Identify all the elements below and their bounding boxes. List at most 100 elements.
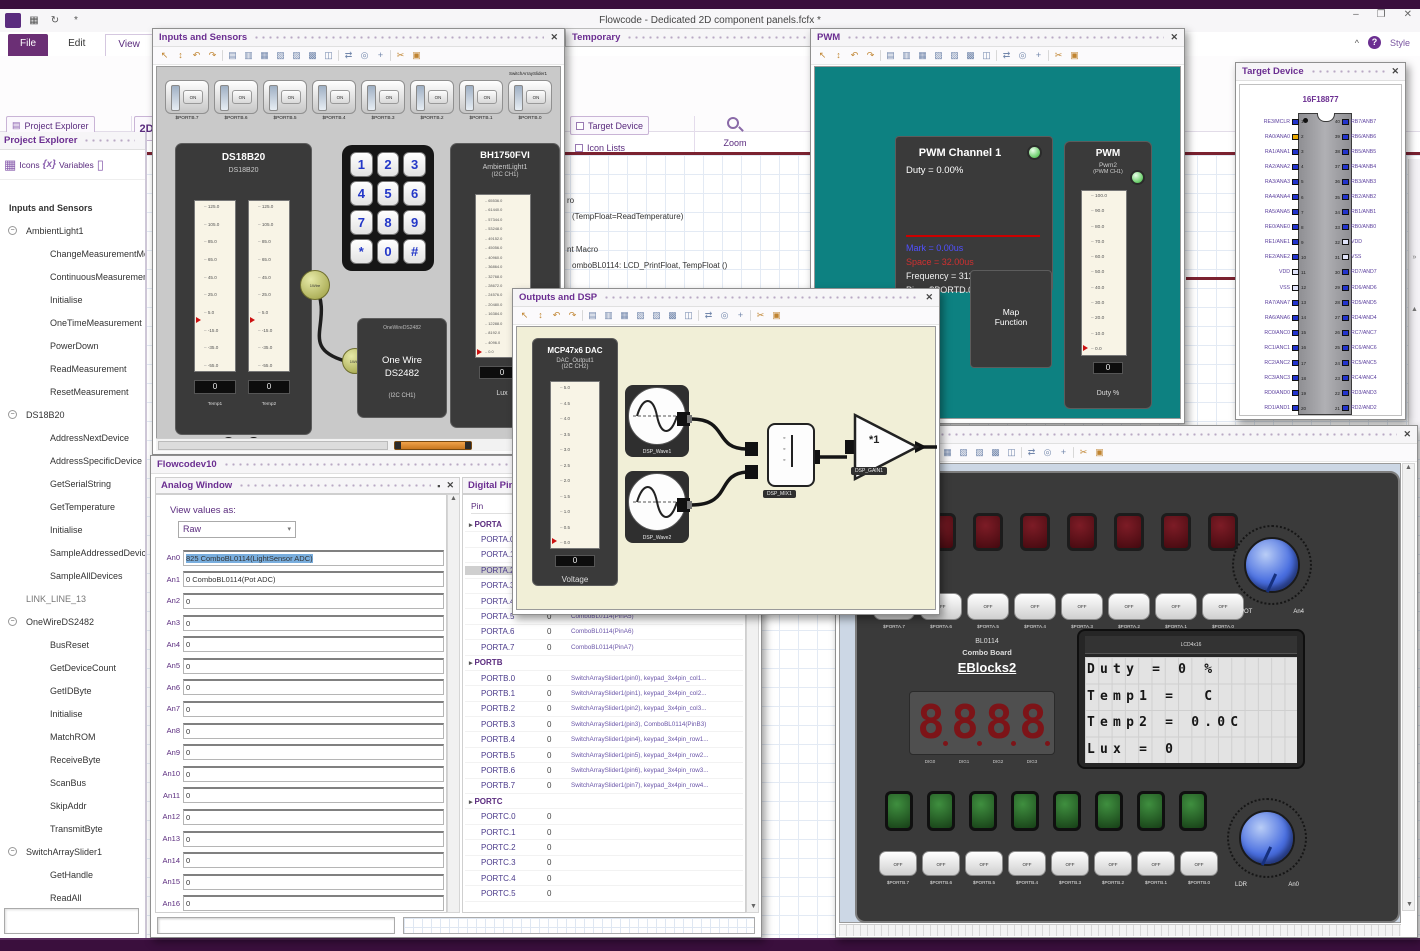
tree-item[interactable]: − ContinuousMeasurement: [0, 265, 145, 288]
tree-item[interactable]: − MatchROM: [0, 725, 145, 748]
tree-item[interactable]: − TransmitByte: [0, 817, 145, 840]
variables-icon[interactable]: {x}: [43, 159, 56, 170]
toolbar-icon[interactable]: ↷: [566, 309, 579, 322]
toolbar-icon[interactable]: ◎: [358, 49, 371, 62]
digital-pin-row[interactable]: PORTC: [465, 794, 743, 810]
toolbar-icon[interactable]: ▨: [973, 446, 986, 459]
toolbar-icon[interactable]: ▦: [618, 309, 631, 322]
off-button[interactable]: OFF: [1008, 851, 1046, 876]
board-vertical-scrollbar[interactable]: ▲ ▼: [1402, 463, 1415, 911]
pwm-gauge-panel[interactable]: PWM Pwm2 (PWM CH1) 100.090.080.070.060.0…: [1064, 141, 1152, 409]
tree-item[interactable]: − Initialise: [0, 702, 145, 725]
keypad-key[interactable]: 6: [403, 181, 426, 206]
off-button[interactable]: OFF: [922, 851, 960, 876]
chip-pin-row[interactable]: 34 RB1/ANB1: [1331, 205, 1399, 220]
toolbar-icon[interactable]: +: [734, 309, 747, 322]
digital-pin-row[interactable]: PORTA.6 0 ComboBL0114(PinA6): [465, 625, 743, 641]
port-button[interactable]: OFF $PORTB.5: [965, 851, 1003, 885]
toolbar-icon[interactable]: +: [374, 49, 387, 62]
toolbar-icon[interactable]: ↷: [206, 49, 219, 62]
toolbar-icon[interactable]: ▣: [1093, 446, 1106, 459]
switch-slider[interactable]: [318, 85, 327, 111]
tree-item[interactable]: − Inputs and Sensors: [0, 196, 145, 219]
toolbar-icon[interactable]: ▧: [274, 49, 287, 62]
chip-pin-row[interactable]: 33 RB0/ANB0: [1331, 220, 1399, 235]
analog-value-field[interactable]: 0: [183, 636, 444, 653]
horizontal-scrollbar[interactable]: [156, 438, 561, 451]
ribbon-tab[interactable]: File: [8, 34, 49, 56]
analog-value-field[interactable]: 0: [183, 679, 444, 696]
tree-expander-icon[interactable]: −: [8, 847, 17, 856]
view-values-dropdown[interactable]: Raw: [178, 521, 296, 538]
off-button[interactable]: OFF: [1137, 851, 1175, 876]
digital-pin-row[interactable]: PORTC.1 0: [465, 825, 743, 841]
chip-pin-row[interactable]: 35 RB2/ANB2: [1331, 189, 1399, 204]
tree-item[interactable]: − DS18B20: [0, 403, 145, 426]
onewire-ds2482-component[interactable]: OneWireDS2482 One Wire DS2482 (I2C CH1): [357, 318, 447, 418]
off-button[interactable]: OFF: [1180, 851, 1218, 876]
chip-pin-row[interactable]: 31 VSS: [1331, 250, 1399, 265]
switch-on-button[interactable]: ON: [379, 90, 399, 104]
toolbar-icon[interactable]: ▣: [410, 49, 423, 62]
tree-item[interactable]: − ScanBus: [0, 771, 145, 794]
style-menu[interactable]: Style: [1390, 38, 1410, 48]
toolbar-icon[interactable]: ↕: [174, 49, 187, 62]
ribbon-tab[interactable]: Edit: [56, 34, 97, 56]
keypad-key[interactable]: 5: [376, 181, 400, 206]
close-button[interactable]: ✕: [1404, 9, 1412, 20]
off-button[interactable]: OFF: [1108, 593, 1150, 620]
toolbar-icon[interactable]: ◎: [1041, 446, 1054, 459]
digital-pin-row[interactable]: PORTC.4 0: [465, 871, 743, 887]
scroll-glyph[interactable]: »: [1409, 254, 1420, 261]
close-icon[interactable]: ✕: [925, 292, 933, 303]
digital-pin-row[interactable]: PORTC.0 0: [465, 809, 743, 825]
switch-on-button[interactable]: ON: [330, 90, 350, 104]
pot-knob[interactable]: POT An4: [1232, 525, 1312, 615]
toolbar-icon[interactable]: ↕: [534, 309, 547, 322]
ribbon-collapse-button[interactable]: ^: [1355, 38, 1359, 48]
digital-pin-row[interactable]: PORTB.6 0 SwitchArraySlider1(pin6), keyp…: [465, 763, 743, 779]
toolbar-icon[interactable]: [582, 310, 583, 321]
switch-on-button[interactable]: ON: [477, 90, 497, 104]
toolbar-icon[interactable]: ↖: [158, 49, 171, 62]
keypad-key[interactable]: 2: [376, 152, 400, 177]
toolbar-icon[interactable]: ◫: [682, 309, 695, 322]
analog-value-field[interactable]: 0: [183, 873, 444, 890]
knob-dial[interactable]: [1239, 810, 1295, 866]
toolbar-icon[interactable]: ▩: [306, 49, 319, 62]
chip-pin-row[interactable]: 27 RD4/AND4: [1331, 310, 1399, 325]
off-button[interactable]: OFF: [1051, 851, 1089, 876]
toolbar-icon[interactable]: [1073, 447, 1074, 458]
pin-icon[interactable]: ▪: [437, 481, 440, 491]
tree-item[interactable]: − OneTimeMeasurement: [0, 311, 145, 334]
restore-button[interactable]: ❐: [1377, 9, 1386, 20]
resistor-component[interactable]: [394, 441, 472, 450]
inputs-window-titlebar[interactable]: Inputs and Sensors ✕: [153, 29, 564, 47]
toolbar-icon[interactable]: ▧: [634, 309, 647, 322]
toolbar-icon[interactable]: ↶: [550, 309, 563, 322]
tree-item[interactable]: − SkipAddr: [0, 794, 145, 817]
analog-value-field[interactable]: 0: [183, 830, 444, 847]
minimize-button[interactable]: –: [1353, 9, 1359, 20]
toolbar-icon[interactable]: +: [1032, 49, 1045, 62]
keypad-key[interactable]: 9: [403, 210, 426, 235]
scrollbar-thumb[interactable]: [158, 441, 388, 450]
dsp-wave1-block[interactable]: DSP_Wave1: [625, 385, 689, 457]
toolbar-icon[interactable]: [338, 50, 339, 61]
analog-value-field[interactable]: 0: [183, 614, 444, 631]
tree-item[interactable]: − ReceiveByte: [0, 748, 145, 771]
toolbar-icon[interactable]: ▩: [989, 446, 1002, 459]
chip-pin-row[interactable]: 38 RB5/ANB5: [1331, 144, 1399, 159]
tree-item[interactable]: − ResetMeasurement: [0, 380, 145, 403]
close-icon[interactable]: ✕: [1403, 429, 1411, 440]
map-function-block[interactable]: Map Function: [970, 270, 1052, 368]
port-button[interactable]: OFF $PORTA.1: [1155, 593, 1197, 629]
knob-dial[interactable]: [1244, 537, 1300, 593]
switch-on-button[interactable]: ON: [526, 90, 546, 104]
tree-item[interactable]: − LINK_LINE_13: [0, 587, 145, 610]
tree-item[interactable]: − AmbientLight1: [0, 219, 145, 242]
analog-value-field[interactable]: 0: [183, 592, 444, 609]
toolbar-icon[interactable]: ▩: [666, 309, 679, 322]
chip-pin-row[interactable]: RC1/ANC1 16: [1242, 340, 1310, 355]
tree-item[interactable]: − AddressNextDevice: [0, 426, 145, 449]
